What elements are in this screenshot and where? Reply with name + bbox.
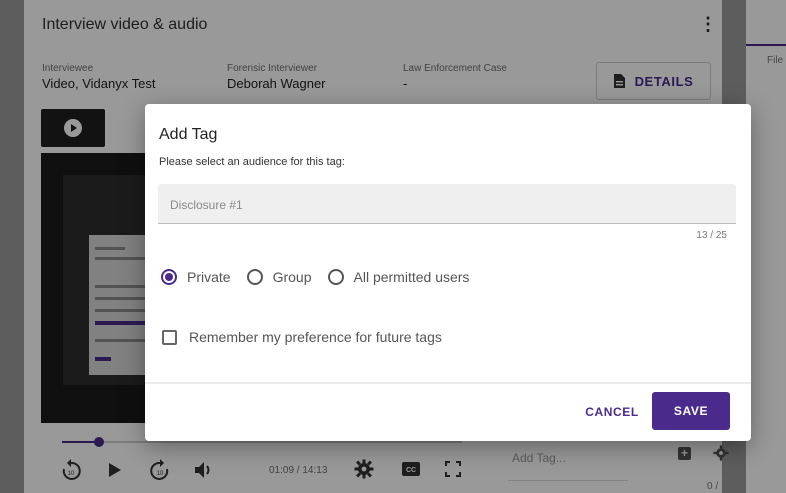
- radio-unchecked-icon: [327, 269, 344, 285]
- radio-label: Private: [187, 269, 231, 285]
- radio-label: All permitted users: [353, 269, 470, 285]
- add-tag-dialog: Add Tag Please select an audience for th…: [145, 104, 751, 441]
- radio-private[interactable]: Private: [161, 269, 231, 285]
- radio-label: Group: [272, 269, 312, 285]
- audience-radio-group: Private Group All permitted users: [161, 269, 485, 285]
- dialog-divider: [145, 382, 751, 384]
- dialog-title: Add Tag: [159, 126, 218, 143]
- dialog-subtitle: Please select an audience for this tag:: [159, 156, 345, 168]
- remember-label: Remember my preference for future tags: [189, 329, 442, 345]
- cancel-button[interactable]: CANCEL: [577, 394, 647, 430]
- save-button[interactable]: SAVE: [652, 392, 730, 430]
- remember-preference-checkbox[interactable]: Remember my preference for future tags: [162, 329, 442, 345]
- tag-name-input[interactable]: [170, 194, 710, 216]
- char-counter: 13 / 25: [696, 230, 727, 241]
- radio-all-permitted-users[interactable]: All permitted users: [327, 269, 470, 285]
- tag-name-field[interactable]: [158, 184, 736, 224]
- radio-unchecked-icon: [246, 269, 263, 285]
- radio-checked-icon: [161, 269, 177, 285]
- radio-group[interactable]: Group: [246, 269, 312, 285]
- checkbox-unchecked-icon: [162, 329, 177, 345]
